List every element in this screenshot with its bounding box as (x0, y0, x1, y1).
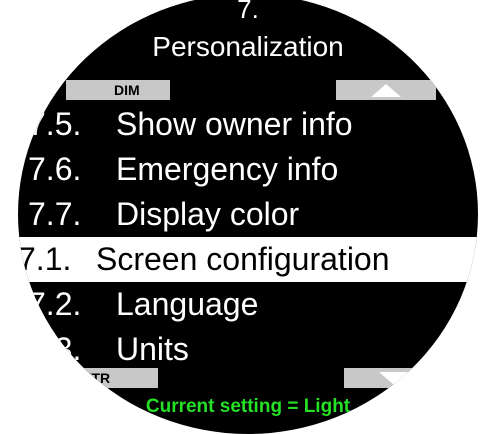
menu-item-number: 7.2. (28, 286, 82, 322)
menu-item-number: 7.6. (28, 151, 82, 187)
menu-title: Personalization (152, 31, 344, 62)
menu-item-units[interactable]: 7.3. Units (18, 327, 478, 372)
menu-item-number: 7.1. (18, 241, 72, 277)
down-arrow-icon (379, 371, 409, 385)
menu-item-number: 7.7. (28, 196, 82, 232)
menu-item-label: Emergency info (116, 151, 339, 187)
current-setting-status: Current setting = Light (145, 396, 351, 417)
menu-item-language[interactable]: 7.2. Language (18, 282, 478, 327)
menu-item-display-color[interactable]: 7.7. Display color (18, 192, 478, 237)
enter-button[interactable]: ENTR (48, 368, 158, 388)
device-screen: 7. Personalization DIM 7.5. Show owner in… (18, 0, 478, 434)
menu-item-show-owner-info[interactable]: 7.5. Show owner info (18, 102, 478, 147)
menu-item-label: Screen configuration (96, 241, 390, 277)
menu-item-label: Display color (116, 196, 300, 232)
menu-item-label: Show owner info (116, 106, 353, 142)
dim-button[interactable]: DIM (66, 80, 170, 100)
menu-list: 7.5. Show owner info 7.6. Emergency info 7… (18, 102, 478, 372)
scroll-up-button[interactable] (336, 80, 436, 100)
menu-item-label: Language (116, 286, 259, 322)
scroll-down-button[interactable] (344, 368, 444, 388)
menu-item-emergency-info[interactable]: 7.6. Emergency info (18, 147, 478, 192)
menu-number: 7. (237, 0, 259, 24)
up-arrow-icon (371, 83, 401, 97)
menu-item-number: 7.5. (28, 106, 82, 142)
menu-item-label: Units (116, 331, 189, 367)
menu-item-screen-configuration[interactable]: 7.1. Screen configuration (18, 237, 478, 282)
menu-item-number: 7.3. (28, 331, 82, 367)
